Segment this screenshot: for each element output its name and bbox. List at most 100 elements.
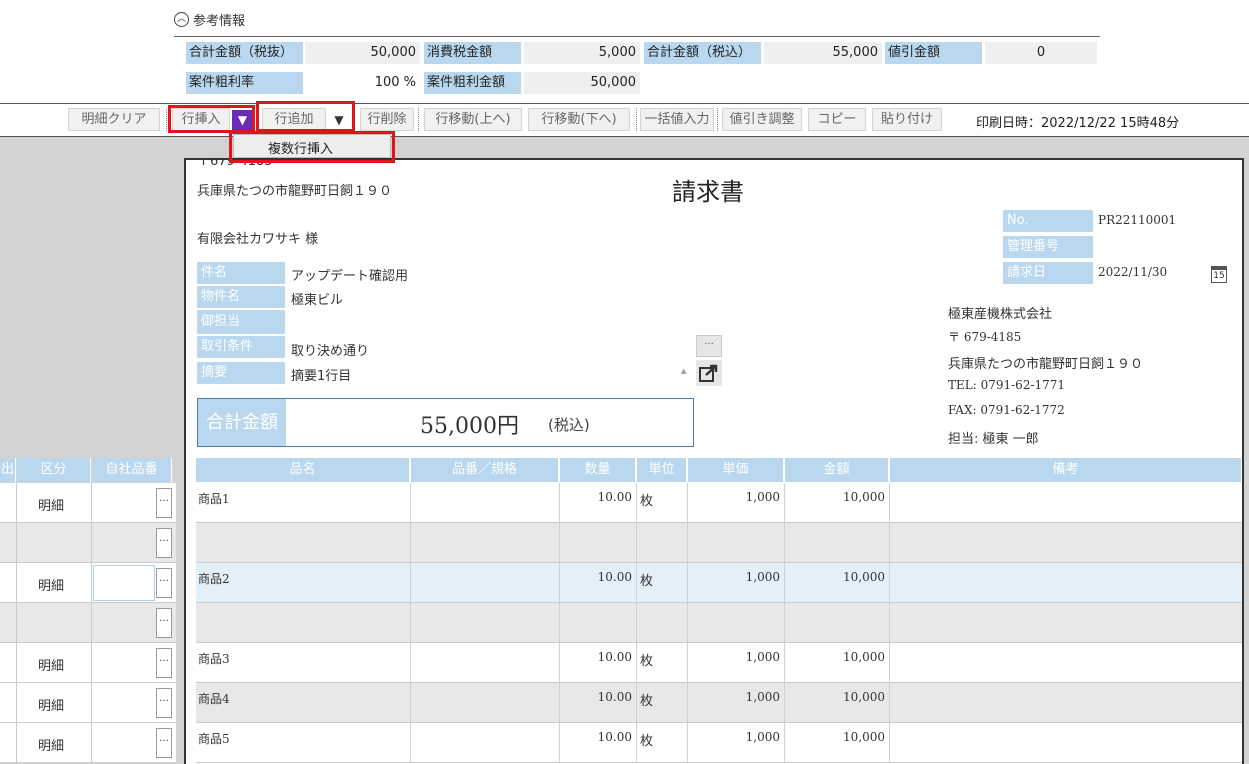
row-kubun: 明細 xyxy=(38,739,65,754)
row-lookup-button[interactable]: ··· xyxy=(156,688,172,718)
row-lookup-button[interactable]: ··· xyxy=(156,648,172,678)
left-table-row xyxy=(0,723,176,763)
column-divider xyxy=(16,643,17,683)
row-qty: 10.00 xyxy=(597,730,632,744)
row-qty: 10.00 xyxy=(597,570,632,584)
row-unit: 枚 xyxy=(640,694,654,709)
total-value: 55,000円 xyxy=(420,414,519,439)
row-qty: 10.00 xyxy=(597,650,632,664)
reference-section-toggle[interactable]: ︿ 参考情報 xyxy=(174,10,245,29)
ref-label-subtotal: 合計金額（税抜） xyxy=(186,42,303,64)
company-address: 兵庫県たつの市龍野町日飼１９０ xyxy=(948,357,1144,372)
row-lookup-button[interactable]: ··· xyxy=(156,608,172,638)
customer-name: 有限会社カワサキ 様 xyxy=(197,232,319,247)
row-amount: 10,000 xyxy=(843,570,885,584)
row-qty: 10.00 xyxy=(597,690,632,704)
field-value-subject: アップデート確認用 xyxy=(291,269,409,284)
column-divider xyxy=(889,603,890,643)
row-kubun: 明細 xyxy=(38,499,65,514)
row-price: 1,000 xyxy=(745,690,780,704)
field-value-property: 極東ビル xyxy=(291,293,344,308)
highlight-add-row xyxy=(256,101,355,132)
paste-button[interactable]: 貼り付け xyxy=(872,108,942,131)
column-divider xyxy=(687,523,688,563)
ref-label-margin-rate: 案件粗利率 xyxy=(186,72,303,94)
ref-value-tax: 5,000 xyxy=(524,42,640,64)
column-divider xyxy=(410,523,411,563)
delete-row-button[interactable]: 行削除 xyxy=(360,108,414,131)
column-divider xyxy=(636,563,637,603)
company-postal: 〒 679-4185 xyxy=(948,330,1022,344)
left-table-row xyxy=(0,643,176,683)
row-item-name: 商品5 xyxy=(198,732,230,746)
own-code-input[interactable] xyxy=(93,565,155,601)
row-kubun: 明細 xyxy=(38,659,65,674)
row-price: 1,000 xyxy=(745,490,780,504)
row-item-name: 商品1 xyxy=(198,492,230,506)
ref-label-margin-amount: 案件粗利金額 xyxy=(424,72,521,94)
field-label-subject: 件名 xyxy=(197,262,285,284)
row-lookup-button[interactable]: ··· xyxy=(156,528,172,558)
column-divider xyxy=(636,683,637,723)
row-unit: 枚 xyxy=(640,654,654,669)
export-icon[interactable] xyxy=(696,360,722,386)
column-divider xyxy=(889,683,890,723)
discount-adjust-button[interactable]: 値引き調整 xyxy=(722,108,802,131)
highlight-insert-row xyxy=(168,105,255,133)
column-divider xyxy=(636,643,637,683)
move-row-down-button[interactable]: 行移動(下へ) xyxy=(528,108,630,131)
left-table-row xyxy=(0,603,176,643)
field-label-terms: 取引条件 xyxy=(197,336,285,358)
row-kubun: 明細 xyxy=(38,579,65,594)
row-qty: 10.00 xyxy=(597,490,632,504)
column-divider xyxy=(91,643,92,683)
left-table-row xyxy=(0,483,176,523)
column-divider xyxy=(889,643,890,683)
scroll-up-icon[interactable]: ▲ xyxy=(681,367,686,375)
field-value-summary: 摘要1行目 xyxy=(291,369,352,384)
ref-label-total: 合計金額（税込） xyxy=(644,42,761,64)
ref-value-total: 55,000 xyxy=(764,42,882,64)
row-lookup-button[interactable]: ··· xyxy=(156,728,172,758)
reference-header: 参考情報 xyxy=(193,14,246,29)
row-lookup-button[interactable]: ··· xyxy=(156,568,172,598)
column-divider xyxy=(636,483,637,523)
more-options-button[interactable]: ··· xyxy=(696,335,722,357)
toolbar-separator xyxy=(636,108,637,131)
column-divider xyxy=(410,643,411,683)
column-divider xyxy=(559,523,560,563)
column-divider xyxy=(16,603,17,643)
bulk-input-button[interactable]: 一括値入力 xyxy=(640,108,714,131)
column-divider xyxy=(410,563,411,603)
chevron-up-icon: ︿ xyxy=(174,12,189,27)
row-price: 1,000 xyxy=(745,730,780,744)
col-header-qty: 数量 xyxy=(560,458,636,482)
row-lookup-button[interactable]: ··· xyxy=(156,488,172,518)
move-row-up-button[interactable]: 行移動(上へ) xyxy=(424,108,522,131)
company-name: 極東産機株式会社 xyxy=(948,307,1053,322)
meta-label-invoice-date: 請求日 xyxy=(1003,262,1093,284)
column-divider xyxy=(784,603,785,643)
column-divider xyxy=(91,723,92,763)
row-item-name: 商品3 xyxy=(198,652,230,666)
field-value-terms: 取り決め通り xyxy=(291,344,370,359)
row-unit: 枚 xyxy=(640,574,654,589)
column-divider xyxy=(559,603,560,643)
ref-value-margin-amount: 50,000 xyxy=(524,72,640,94)
copy-button[interactable]: コピー xyxy=(808,108,866,131)
col-header-remarks: 備考 xyxy=(890,458,1242,482)
column-divider xyxy=(91,563,92,603)
calendar-icon[interactable]: 15 xyxy=(1211,266,1227,283)
field-label-property: 物件名 xyxy=(197,286,285,308)
clear-details-button[interactable]: 明細クリア xyxy=(68,108,160,131)
company-tel: TEL: 0791-62-1771 xyxy=(948,378,1066,392)
col-header-price: 単価 xyxy=(688,458,784,482)
column-divider xyxy=(91,483,92,523)
column-divider xyxy=(636,603,637,643)
column-divider xyxy=(687,603,688,643)
column-divider xyxy=(410,723,411,763)
row-kubun: 明細 xyxy=(38,699,65,714)
column-divider xyxy=(16,563,17,603)
meta-value-no: PR22110001 xyxy=(1098,213,1177,227)
row-amount: 10,000 xyxy=(843,490,885,504)
